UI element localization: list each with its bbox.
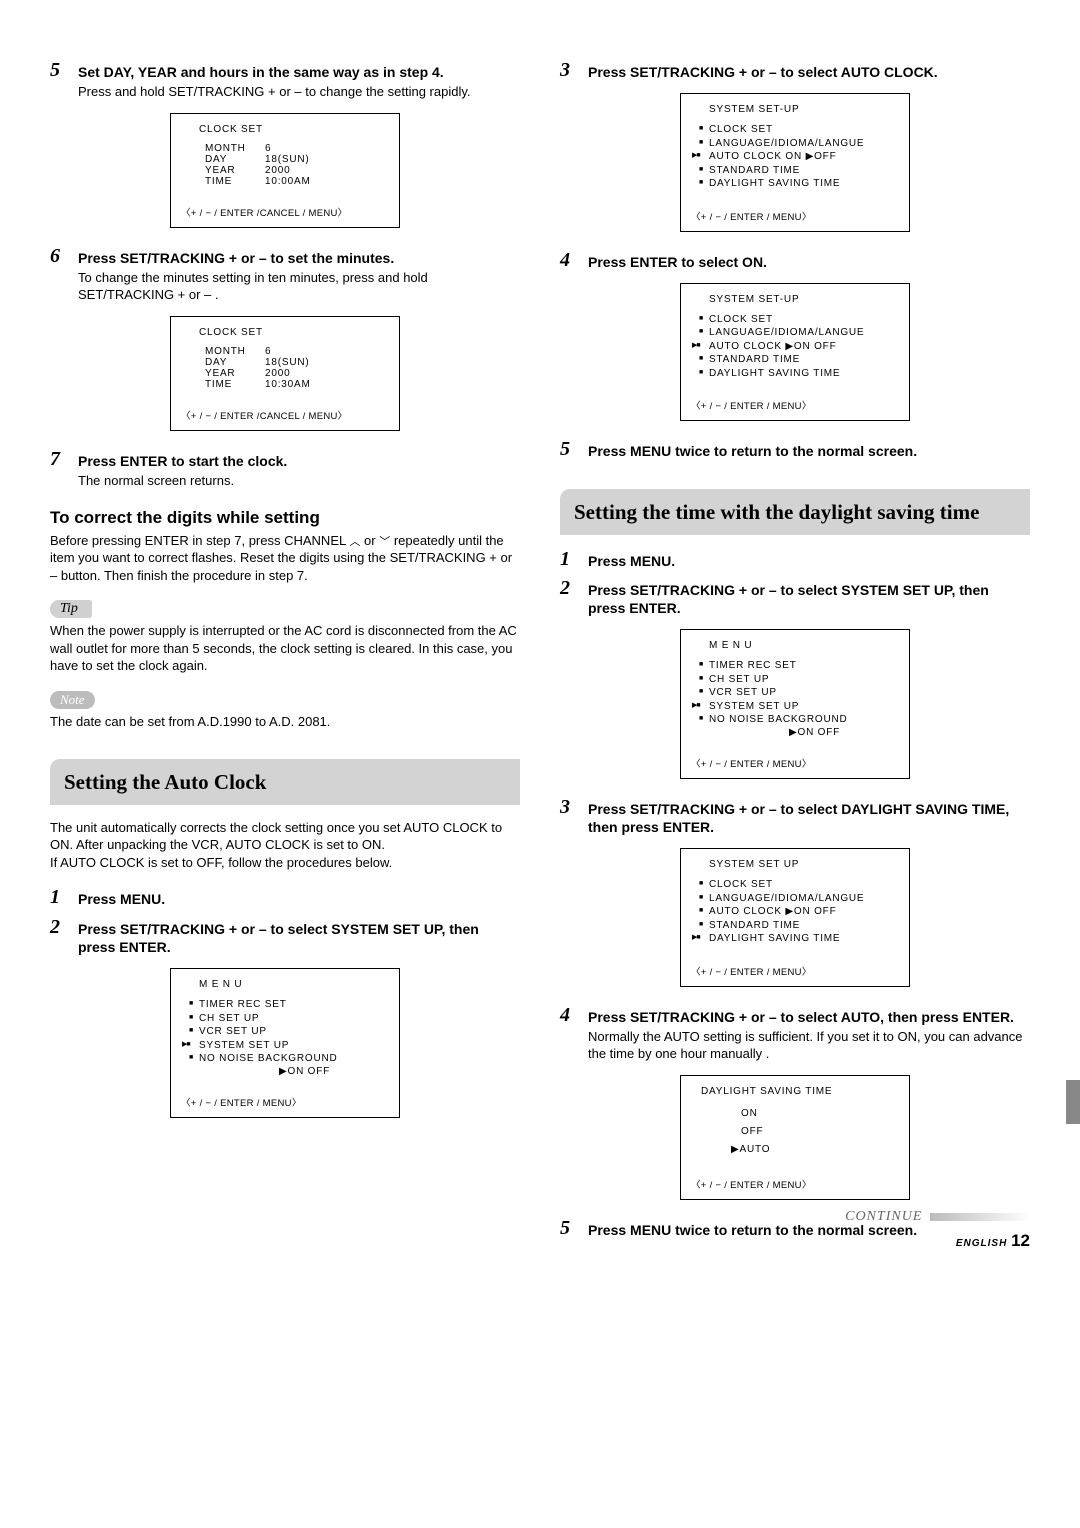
osd-menu-1: M E N U TIMER REC SET CH SET UP VCR SET … xyxy=(170,968,400,1118)
page-footer: CONTINUE ENGLISH 12 xyxy=(845,1208,1030,1251)
osd-dst: DAYLIGHT SAVING TIME ON OFF ▶AUTO 〈+ / −… xyxy=(680,1075,910,1200)
d-step-3-num: 3 xyxy=(560,797,578,836)
d-step-3: Press SET/TRACKING + or – to select DAYL… xyxy=(588,800,1030,836)
continue-bar-icon xyxy=(930,1213,1030,1221)
tip-label: Tip xyxy=(50,600,92,618)
ac-step-2-num: 2 xyxy=(50,917,68,956)
r-step-4-num: 4 xyxy=(560,250,578,271)
osd-system-setup-2: SYSTEM SET-UP CLOCK SET LANGUAGE/IDIOMA/… xyxy=(680,283,910,422)
step-5-title: Set DAY, YEAR and hours in the same way … xyxy=(78,63,520,81)
d-step-1: Press MENU. xyxy=(588,552,1030,570)
side-tab xyxy=(1066,1080,1080,1124)
chevron-up-icon: ︿ xyxy=(349,537,360,548)
step-7-text: The normal screen returns. xyxy=(78,472,520,490)
step-6-title: Press SET/TRACKING + or – to set the min… xyxy=(78,249,520,267)
d-step-4-text: Normally the AUTO setting is sufficient.… xyxy=(588,1028,1030,1063)
r-step-3-num: 3 xyxy=(560,60,578,81)
step-6-text: To change the minutes setting in ten min… xyxy=(78,269,520,304)
continue-label: CONTINUE xyxy=(845,1209,922,1224)
d-step-4-title: Press SET/TRACKING + or – to select AUTO… xyxy=(588,1008,1030,1026)
ac-step-2: Press SET/TRACKING + or – to select SYST… xyxy=(78,920,520,956)
ac-step-1-num: 1 xyxy=(50,887,68,908)
d-step-4-num: 4 xyxy=(560,1005,578,1063)
left-column: 5 Set DAY, YEAR and hours in the same wa… xyxy=(50,60,520,1247)
osd-system-setup-3: SYSTEM SET UP CLOCK SET LANGUAGE/IDIOMA/… xyxy=(680,848,910,987)
note-text: The date can be set from A.D.1990 to A.D… xyxy=(50,713,520,731)
d-step-5-num: 5 xyxy=(560,1218,578,1239)
osd-menu-2: M E N U TIMER REC SET CH SET UP VCR SET … xyxy=(680,629,910,779)
r-step-3: Press SET/TRACKING + or – to select AUTO… xyxy=(588,63,1030,81)
osd-clock-set-1: CLOCK SET MONTH6 DAY18(SUN) YEAR2000 TIM… xyxy=(170,113,400,228)
language-label: ENGLISH xyxy=(956,1238,1007,1249)
r-step-5-num: 5 xyxy=(560,439,578,460)
right-column: 3 Press SET/TRACKING + or – to select AU… xyxy=(560,60,1030,1247)
step-number-5: 5 xyxy=(50,60,68,101)
d-step-2-num: 2 xyxy=(560,578,578,617)
auto-clock-heading: Setting the Auto Clock xyxy=(50,759,520,805)
step-number-7: 7 xyxy=(50,449,68,490)
step-7-title: Press ENTER to start the clock. xyxy=(78,452,520,470)
r-step-5: Press MENU twice to return to the normal… xyxy=(588,442,1030,460)
d-step-2: Press SET/TRACKING + or – to select SYST… xyxy=(588,581,1030,617)
note-label: Note xyxy=(50,691,95,709)
step-5-text: Press and hold SET/TRACKING + or – to ch… xyxy=(78,83,520,101)
osd-system-setup-1: SYSTEM SET-UP CLOCK SET LANGUAGE/IDIOMA/… xyxy=(680,93,910,232)
osd-clock-set-2: CLOCK SET MONTH6 DAY18(SUN) YEAR2000 TIM… xyxy=(170,316,400,431)
dst-heading: Setting the time with the daylight savin… xyxy=(560,489,1030,535)
correct-digits-text: Before pressing ENTER in step 7, press C… xyxy=(50,532,520,585)
auto-clock-intro: The unit automatically corrects the cloc… xyxy=(50,819,520,872)
chevron-down-icon: ﹀ xyxy=(379,537,390,548)
ac-step-1: Press MENU. xyxy=(78,890,520,908)
correct-digits-heading: To correct the digits while setting xyxy=(50,508,520,528)
r-step-4: Press ENTER to select ON. xyxy=(588,253,1030,271)
page-number: 12 xyxy=(1011,1231,1030,1250)
tip-text: When the power supply is interrupted or … xyxy=(50,622,520,675)
step-number-6: 6 xyxy=(50,246,68,304)
d-step-1-num: 1 xyxy=(560,549,578,570)
